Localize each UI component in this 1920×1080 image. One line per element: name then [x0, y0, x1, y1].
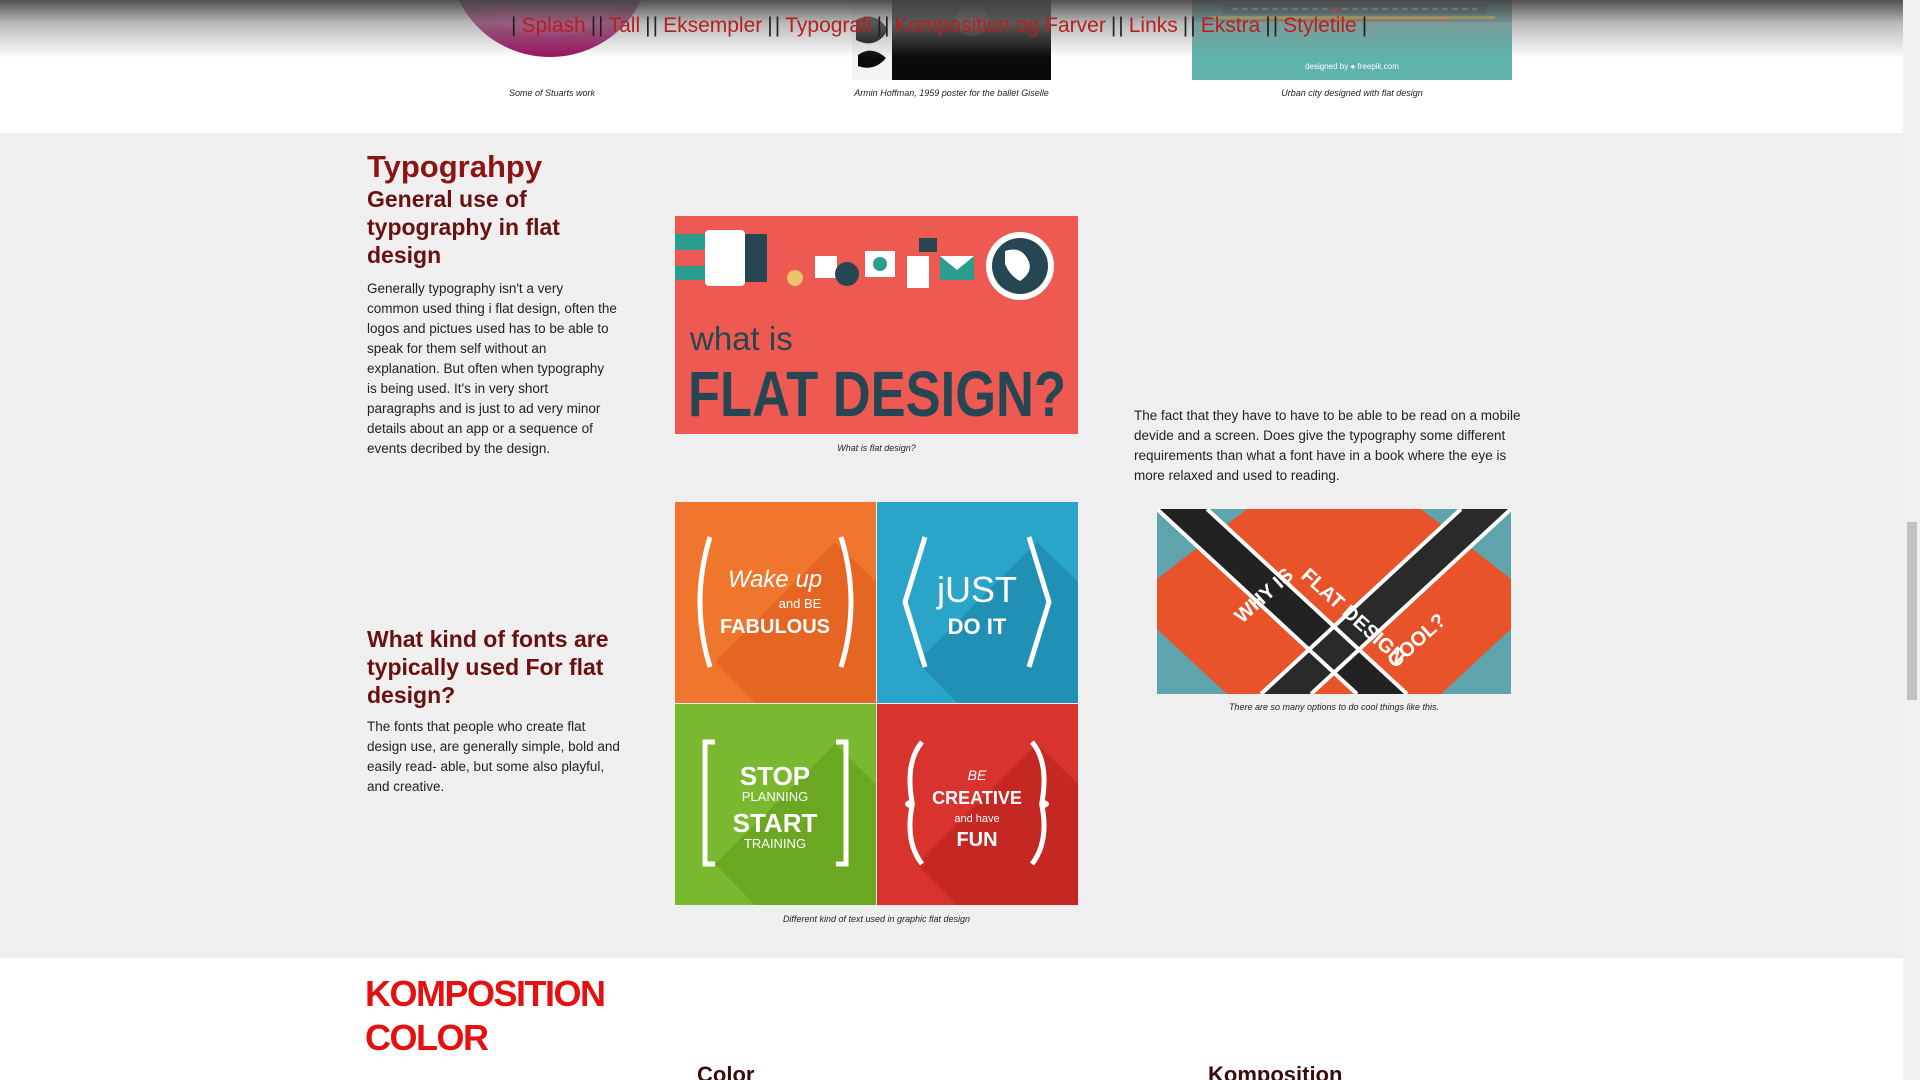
- nav-separator: |: [1272, 14, 1279, 37]
- why-flat-design-cool-image: WHY IS FLAT DESIGN COOL?: [1157, 509, 1511, 694]
- nav-separator: |: [652, 14, 659, 37]
- tile2-line2: DO IT: [948, 614, 1007, 639]
- tile4-line3: and have: [954, 813, 999, 825]
- gallery-caption-3: Urban city designed with flat design: [1281, 88, 1423, 98]
- flat-design-small-text: what is: [689, 320, 793, 357]
- what-is-flat-design-image: what is FLAT DESIGN?: [675, 216, 1078, 434]
- tile3-line2: PLANNING: [742, 789, 808, 804]
- nav-link-tall[interactable]: Tall: [605, 14, 645, 38]
- section-title: Typograhpy: [367, 149, 543, 184]
- komposition-heading: Komposition: [1208, 1062, 1343, 1080]
- nav-link-ekstra[interactable]: Ekstra: [1197, 14, 1265, 38]
- tile2-line1: jUST: [936, 569, 1017, 610]
- nav-menu: | Splash | | Tall | | Eksempler | | Typo…: [510, 14, 1368, 38]
- vertical-scrollbar[interactable]: [1903, 0, 1920, 1080]
- nav-link-styletile[interactable]: Styletile: [1279, 14, 1361, 38]
- nav-separator: |: [598, 14, 604, 37]
- flat-design-big-text: FLAT DESIGN?: [688, 358, 1066, 430]
- general-use-heading: General use of typography in flat design: [367, 186, 560, 268]
- nav-separator: |: [1361, 14, 1368, 37]
- komposition-title-line1: KOMPOSITION: [365, 973, 606, 1014]
- nav-separator: |: [884, 14, 890, 37]
- top-navbar: | Splash | | Tall | | Eksempler | | Typo…: [0, 0, 1903, 58]
- nav-link-typografi[interactable]: Typografi: [781, 14, 875, 38]
- tile3-line1: STOP: [740, 761, 810, 791]
- img1-caption: What is flat design?: [837, 443, 916, 453]
- img3-caption: There are so many options to do cool thi…: [1228, 702, 1440, 712]
- nav-separator: |: [767, 14, 773, 37]
- komposition-title-line2: COLOR: [365, 1017, 489, 1058]
- page: Some of Stuarts work Armin Hoffman, 1959…: [0, 0, 1903, 1080]
- nav-separator: |: [511, 14, 517, 37]
- nav-separator: |: [1265, 14, 1271, 37]
- img2-caption: Different kind of text used in graphic f…: [782, 914, 971, 924]
- nav-link-links[interactable]: Links: [1125, 14, 1182, 38]
- nav-separator: |: [1182, 14, 1189, 37]
- nav-link-eksempler[interactable]: Eksempler: [659, 14, 766, 38]
- color-heading: Color: [697, 1062, 755, 1080]
- typography-examples-image: Wake up and BE FABULOUS jUST DO IT STOP …: [675, 502, 1078, 905]
- screen-requirements-text: The fact that they have to have to be ab…: [1134, 408, 1521, 483]
- nav-separator: |: [590, 14, 597, 37]
- nav-separator: |: [774, 14, 781, 37]
- gallery-caption-1: Some of Stuarts work: [508, 88, 596, 98]
- nav-separator: |: [1110, 14, 1117, 37]
- tile4-line4: FUN: [956, 829, 997, 851]
- nav-separator: |: [1190, 14, 1196, 37]
- nav-separator: |: [645, 14, 651, 37]
- komposition-section: KOMPOSITION COLOR Color Komposition: [0, 958, 1903, 1080]
- fonts-text: The fonts that people who create flat de…: [367, 719, 620, 794]
- tile3-line3: START: [733, 808, 818, 838]
- tile1-line3: FABULOUS: [720, 616, 830, 638]
- freepik-label: designed by ● freepik.com: [1305, 62, 1399, 71]
- gallery-caption-2: Armin Hoffman, 1959 poster for the balle…: [854, 88, 1049, 98]
- general-use-text: Generally typography isn't a very common…: [367, 281, 617, 456]
- tile3-line4: TRAINING: [744, 836, 806, 851]
- typography-section: Typograhpy General use of typography in …: [0, 133, 1903, 958]
- tile4-line2: CREATIVE: [932, 788, 1022, 808]
- tile1-line1: Wake up: [728, 566, 822, 593]
- scrollbar-thumb[interactable]: [1907, 522, 1917, 700]
- komposition-title: KOMPOSITION COLOR: [365, 972, 606, 1060]
- nav-link-splash[interactable]: Splash: [517, 14, 589, 38]
- tile4-line1: BE: [968, 767, 987, 783]
- nav-separator: |: [876, 14, 883, 37]
- nav-link-komposition[interactable]: Komposition og Farver: [891, 14, 1110, 38]
- fonts-heading: What kind of fonts are typically used Fo…: [367, 626, 609, 708]
- tile1-line2: and BE: [779, 596, 822, 611]
- nav-separator: |: [1118, 14, 1124, 37]
